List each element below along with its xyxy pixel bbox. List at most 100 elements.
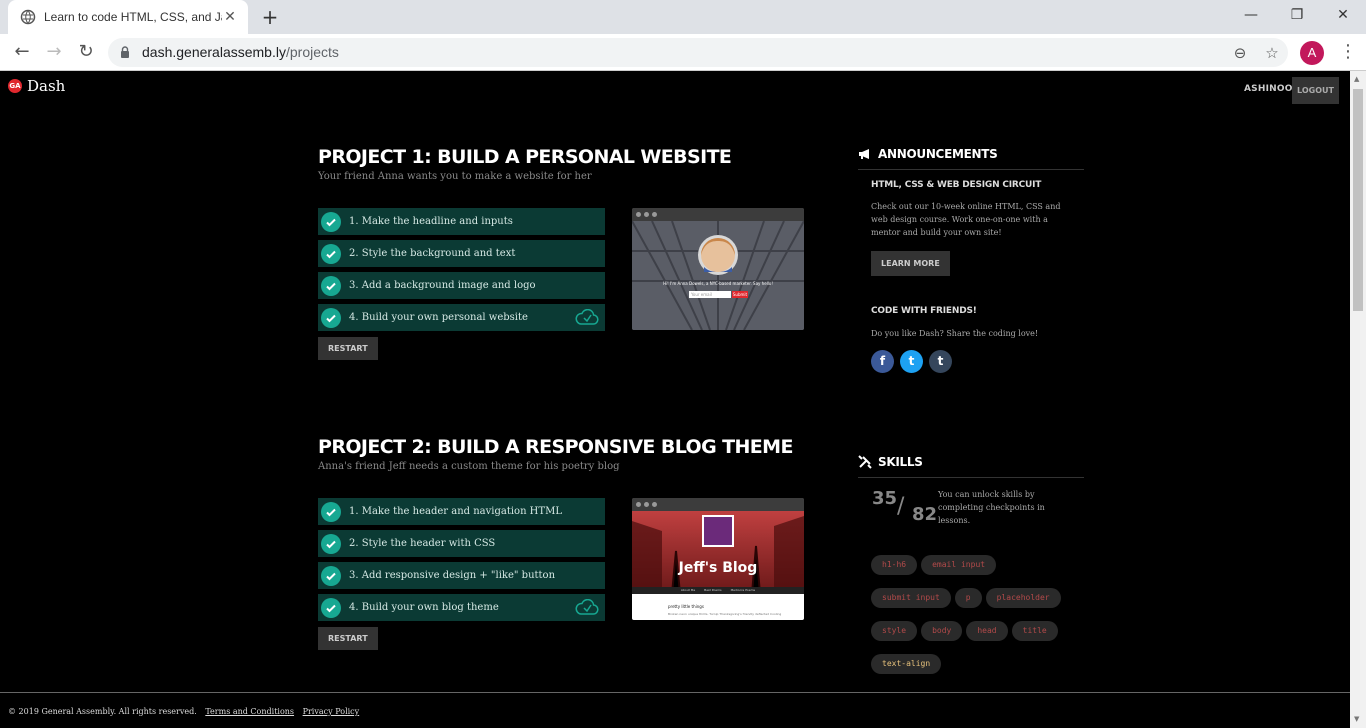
vertical-scrollbar[interactable]: ▲ ▼ xyxy=(1350,71,1366,728)
announcements-panel: ANNOUNCEMENTS HTML, CSS & WEB DESIGN CIR… xyxy=(858,147,1084,373)
browser-tab-active[interactable]: Learn to code HTML, CSS, and Ja ✕ xyxy=(8,0,248,34)
tab-title: Learn to code HTML, CSS, and Ja xyxy=(44,10,222,24)
step-item[interactable]: 2. Style the header with CSS xyxy=(318,530,605,557)
step-item[interactable]: 4. Build your own personal website xyxy=(318,304,605,331)
social-share-buttons: f t t xyxy=(871,350,1084,373)
restart-button[interactable]: RESTART xyxy=(318,627,378,650)
close-window-button[interactable]: ✕ xyxy=(1320,0,1366,30)
logout-button[interactable]: LOGOUT xyxy=(1292,77,1339,104)
preview-caption: Hi! I'm Anna Dowels, a NYC-based markete… xyxy=(663,281,773,286)
scroll-up-icon[interactable]: ▲ xyxy=(1354,75,1362,83)
dash-logo[interactable]: GA Dash xyxy=(8,77,65,95)
project-title[interactable]: PROJECT 1: BUILD A PERSONAL WEBSITE xyxy=(318,146,808,168)
browser-tab-strip: Learn to code HTML, CSS, and Ja ✕ + — ❐ … xyxy=(0,0,1366,34)
checkmark-icon xyxy=(321,597,341,618)
skill-chip[interactable]: email input xyxy=(921,555,997,575)
step-label: 3. Add a background image and logo xyxy=(349,280,536,291)
skills-heading: SKILLS xyxy=(858,455,1084,478)
megaphone-icon xyxy=(859,149,869,159)
window-dot xyxy=(652,212,657,217)
skill-chip[interactable]: p xyxy=(954,588,982,608)
checkmark-icon xyxy=(321,211,341,232)
preview-window-bar xyxy=(632,498,804,511)
skill-chip[interactable]: title xyxy=(1011,621,1058,641)
scroll-down-icon[interactable]: ▼ xyxy=(1354,715,1362,723)
footer-text: © 2019 General Assembly. All rights rese… xyxy=(8,707,359,716)
step-item[interactable]: 3. Add a background image and logo xyxy=(318,272,605,299)
footer: © 2019 General Assembly. All rights rese… xyxy=(0,692,1350,728)
globe-icon xyxy=(20,9,36,25)
cloud-upload-icon[interactable] xyxy=(575,599,599,616)
new-tab-button[interactable]: + xyxy=(258,5,282,29)
project-card-2: PROJECT 2: BUILD A RESPONSIVE BLOG THEME… xyxy=(318,436,808,650)
project-preview-thumbnail[interactable]: Hi! I'm Anna Dowels, a NYC-based markete… xyxy=(632,208,804,330)
page-content: GA Dash ASHINOOO LOGOUT PROJECT 1: BUILD… xyxy=(0,71,1350,728)
skill-chip[interactable]: text-align xyxy=(871,654,942,674)
skills-counter: 35 / 82 You can unlock skills by complet… xyxy=(858,488,1084,530)
scrollbar-thumb[interactable] xyxy=(1353,89,1363,311)
terms-link[interactable]: Terms and Conditions xyxy=(205,707,294,716)
cloud-upload-icon[interactable] xyxy=(575,309,599,326)
step-label: 1. Make the header and navigation HTML xyxy=(349,506,562,517)
window-dot xyxy=(636,502,641,507)
ga-logo-badge: GA xyxy=(8,79,22,93)
preview-submit-button: Submit xyxy=(732,291,748,298)
back-arrow-icon[interactable]: ← xyxy=(10,40,34,64)
checkmark-icon xyxy=(321,307,341,328)
preview-post-text: Broken neon unique thrills. Turnip Thank… xyxy=(668,612,782,616)
url-path: /projects xyxy=(285,44,339,60)
checkmark-icon xyxy=(321,501,341,522)
bookmark-star-icon[interactable]: ☆ xyxy=(1262,43,1282,63)
tab-close-icon[interactable]: ✕ xyxy=(222,9,238,25)
step-item[interactable]: 4. Build your own blog theme xyxy=(318,594,605,621)
url-text: dash.generalassemb.ly/projects xyxy=(142,44,339,60)
tumblr-icon[interactable]: t xyxy=(929,350,952,373)
skill-chips: h1-h6 email input submit input p placeholder… xyxy=(871,552,1071,684)
announcements-heading: ANNOUNCEMENTS xyxy=(858,147,1084,170)
preview-blog-nav: About Me Best Poems Mediocre Poems xyxy=(632,588,804,592)
reload-icon[interactable]: ↻ xyxy=(74,40,98,64)
browser-toolbar: ← → ↻ dash.generalassemb.ly/projects ⊖ ☆… xyxy=(0,34,1366,71)
twitter-icon[interactable]: t xyxy=(900,350,923,373)
skill-chip[interactable]: submit input xyxy=(871,588,951,608)
restore-button[interactable]: ❐ xyxy=(1274,0,1320,30)
preview-window-bar xyxy=(632,208,804,221)
minimize-button[interactable]: — xyxy=(1228,0,1274,30)
step-label: 2. Style the background and text xyxy=(349,248,516,259)
project-preview-thumbnail[interactable]: Jeff's Blog About Me Best Poems Mediocre… xyxy=(632,498,804,620)
skill-chip[interactable]: style xyxy=(871,621,918,641)
browser-menu-icon[interactable]: ⋮ xyxy=(1338,40,1358,64)
copyright-text: © 2019 General Assembly. All rights rese… xyxy=(8,707,197,716)
announcement-title: CODE WITH FRIENDS! xyxy=(871,306,977,316)
learn-more-button[interactable]: LEARN MORE xyxy=(871,251,950,276)
skill-chip[interactable]: body xyxy=(921,621,963,641)
zoom-icon[interactable]: ⊖ xyxy=(1230,43,1250,63)
skill-chip[interactable]: placeholder xyxy=(985,588,1061,608)
step-label: 4. Build your own blog theme xyxy=(349,602,499,613)
profile-avatar[interactable]: A xyxy=(1300,41,1324,65)
preview-email-input: Your email xyxy=(689,291,731,298)
project-subtitle: Your friend Anna wants you to make a web… xyxy=(318,171,592,182)
step-item[interactable]: 1. Make the header and navigation HTML xyxy=(318,498,605,525)
address-bar[interactable]: dash.generalassemb.ly/projects ⊖ ☆ xyxy=(108,38,1288,67)
checkmark-icon xyxy=(321,275,341,296)
skill-chip[interactable]: head xyxy=(966,621,1008,641)
facebook-icon[interactable]: f xyxy=(871,350,894,373)
skill-chip[interactable]: h1-h6 xyxy=(871,555,918,575)
window-dot xyxy=(652,502,657,507)
privacy-link[interactable]: Privacy Policy xyxy=(303,707,360,716)
forward-arrow-icon[interactable]: → xyxy=(42,40,66,64)
announcement-text: Do you like Dash? Share the coding love! xyxy=(871,329,1039,338)
restart-button[interactable]: RESTART xyxy=(318,337,378,360)
skills-heading-text: SKILLS xyxy=(878,455,923,469)
step-item[interactable]: 3. Add responsive design + "like" button xyxy=(318,562,605,589)
skills-unlocked-count: 35 xyxy=(872,488,898,509)
preview-nav-item: About Me xyxy=(680,588,696,592)
project-subtitle: Anna's friend Jeff needs a custom theme … xyxy=(318,461,620,472)
preview-blog-title: Jeff's Blog xyxy=(678,560,758,576)
step-list: 1. Make the header and navigation HTML 2… xyxy=(318,498,605,650)
step-item[interactable]: 1. Make the headline and inputs xyxy=(318,208,605,235)
step-item[interactable]: 2. Style the background and text xyxy=(318,240,605,267)
project-title[interactable]: PROJECT 2: BUILD A RESPONSIVE BLOG THEME xyxy=(318,436,808,458)
tools-icon xyxy=(858,455,872,469)
